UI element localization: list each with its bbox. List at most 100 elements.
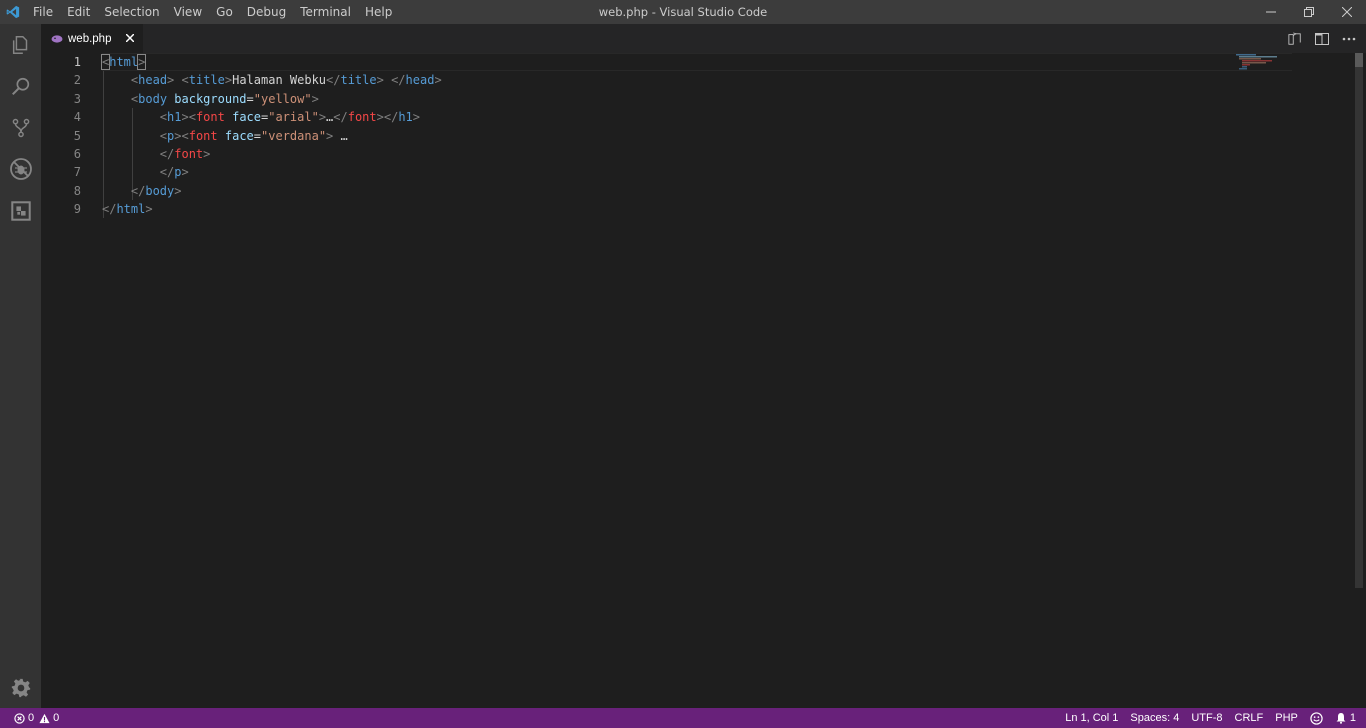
- code-token: html: [116, 202, 146, 217]
- close-icon: [126, 34, 134, 42]
- code-token: <: [181, 128, 189, 143]
- minimize-button[interactable]: [1252, 0, 1290, 24]
- code-line[interactable]: <h1><font face="arial">…</font></h1>: [102, 108, 442, 126]
- code-token: >: [318, 110, 327, 125]
- code-token: head: [138, 73, 168, 88]
- close-window-button[interactable]: [1328, 0, 1366, 24]
- manage-button[interactable]: [0, 667, 41, 708]
- debug-button[interactable]: [0, 148, 41, 189]
- code-token: >: [137, 54, 147, 70]
- encoding[interactable]: UTF-8: [1185, 708, 1228, 728]
- line-number-gutter: 1 2 3 4 5 6 7 8 9: [41, 53, 96, 219]
- split-editor-button[interactable]: [1308, 24, 1335, 53]
- window-controls: [1252, 0, 1366, 24]
- vertical-scrollbar[interactable]: [1355, 53, 1363, 588]
- smiley-icon: [1310, 711, 1323, 725]
- tab-web-php[interactable]: web.php: [41, 24, 143, 53]
- code-line[interactable]: </html>: [102, 200, 442, 218]
- editor-tabs: web.php: [41, 24, 1366, 53]
- status-bar: 0 0 Ln 1, Col 1 Spaces: 4 UTF-8 CRLF PHP…: [0, 708, 1366, 728]
- code-token: </: [333, 110, 348, 125]
- line-number: 7: [73, 165, 81, 180]
- line-number: 8: [73, 183, 81, 198]
- code-line[interactable]: <html>: [100, 53, 442, 71]
- code-token: >: [376, 110, 384, 125]
- code-line[interactable]: <head> <title>Halaman Webku</title> </he…: [102, 71, 442, 89]
- menu-file[interactable]: File: [26, 0, 60, 24]
- menu-help[interactable]: Help: [358, 0, 399, 24]
- warning-icon: [39, 713, 50, 724]
- explorer-button[interactable]: [0, 24, 41, 65]
- bell-icon: [1335, 712, 1347, 724]
- code-token: font: [188, 128, 218, 143]
- code-token: =: [253, 128, 262, 143]
- scrollbar-thumb[interactable]: [1355, 53, 1363, 67]
- minimap[interactable]: [1236, 53, 1296, 73]
- language-mode[interactable]: PHP: [1269, 708, 1304, 728]
- notifications-button[interactable]: 1: [1329, 708, 1366, 728]
- gear-icon: [11, 678, 30, 697]
- search-button[interactable]: [0, 66, 41, 107]
- cursor-position[interactable]: Ln 1, Col 1: [1059, 708, 1124, 728]
- open-changes-button[interactable]: [1281, 24, 1308, 53]
- feedback-button[interactable]: [1304, 708, 1329, 728]
- code-area[interactable]: <html> <head> <title>Halaman Webku</titl…: [100, 53, 442, 219]
- code-token: >: [412, 110, 421, 125]
- code-line[interactable]: </body>: [102, 182, 442, 200]
- menu-selection[interactable]: Selection: [97, 0, 166, 24]
- code-editor[interactable]: 1 2 3 4 5 6 7 8 9 <html> <head> <title>H…: [41, 53, 1366, 708]
- code-token: =: [246, 91, 254, 106]
- code-token: >: [145, 202, 153, 217]
- line-number: 3: [73, 91, 81, 106]
- code-token: </: [326, 73, 341, 88]
- line-number: 6: [73, 146, 81, 161]
- tab-label: web.php: [68, 32, 112, 45]
- menu-bar: File Edit Selection View Go Debug Termin…: [26, 0, 399, 24]
- source-control-button[interactable]: [0, 107, 41, 148]
- code-token: font: [195, 110, 225, 125]
- code-line[interactable]: <body background="yellow">: [102, 90, 442, 108]
- split-editor-icon: [1314, 32, 1329, 45]
- code-token: </: [159, 165, 175, 180]
- menu-go[interactable]: Go: [209, 0, 240, 24]
- line-number: 2: [73, 73, 81, 88]
- code-token: </: [383, 110, 399, 125]
- menu-edit[interactable]: Edit: [60, 0, 97, 24]
- code-token: <: [159, 128, 168, 143]
- more-actions-button[interactable]: [1335, 24, 1362, 53]
- code-token: >: [174, 128, 182, 143]
- line-number: 5: [73, 128, 81, 143]
- code-token: html: [109, 55, 139, 69]
- debug-icon: [9, 157, 32, 180]
- code-token: </: [102, 202, 117, 217]
- end-of-line[interactable]: CRLF: [1229, 708, 1270, 728]
- code-token: title: [188, 73, 225, 88]
- code-line[interactable]: <p><font face="verdana"> …: [102, 127, 442, 145]
- extensions-button[interactable]: [0, 190, 41, 231]
- php-file-icon: [51, 33, 63, 45]
- indentation[interactable]: Spaces: 4: [1124, 708, 1185, 728]
- problems-indicator[interactable]: 0 0: [8, 708, 65, 728]
- code-token: body: [138, 91, 168, 106]
- code-token: "yellow": [253, 91, 312, 106]
- code-line[interactable]: </p>: [102, 163, 442, 181]
- title-bar: File Edit Selection View Go Debug Termin…: [0, 0, 1366, 24]
- restore-button[interactable]: [1290, 0, 1328, 24]
- tab-close-button[interactable]: [123, 31, 137, 45]
- code-token: head: [405, 73, 435, 88]
- extensions-icon: [10, 200, 31, 221]
- menu-debug[interactable]: Debug: [240, 0, 293, 24]
- code-line[interactable]: </font>: [102, 145, 442, 163]
- menu-view[interactable]: View: [167, 0, 209, 24]
- code-token: >: [434, 73, 442, 88]
- menu-terminal[interactable]: Terminal: [293, 0, 358, 24]
- code-token: >: [181, 165, 189, 180]
- code-token: >: [181, 110, 189, 125]
